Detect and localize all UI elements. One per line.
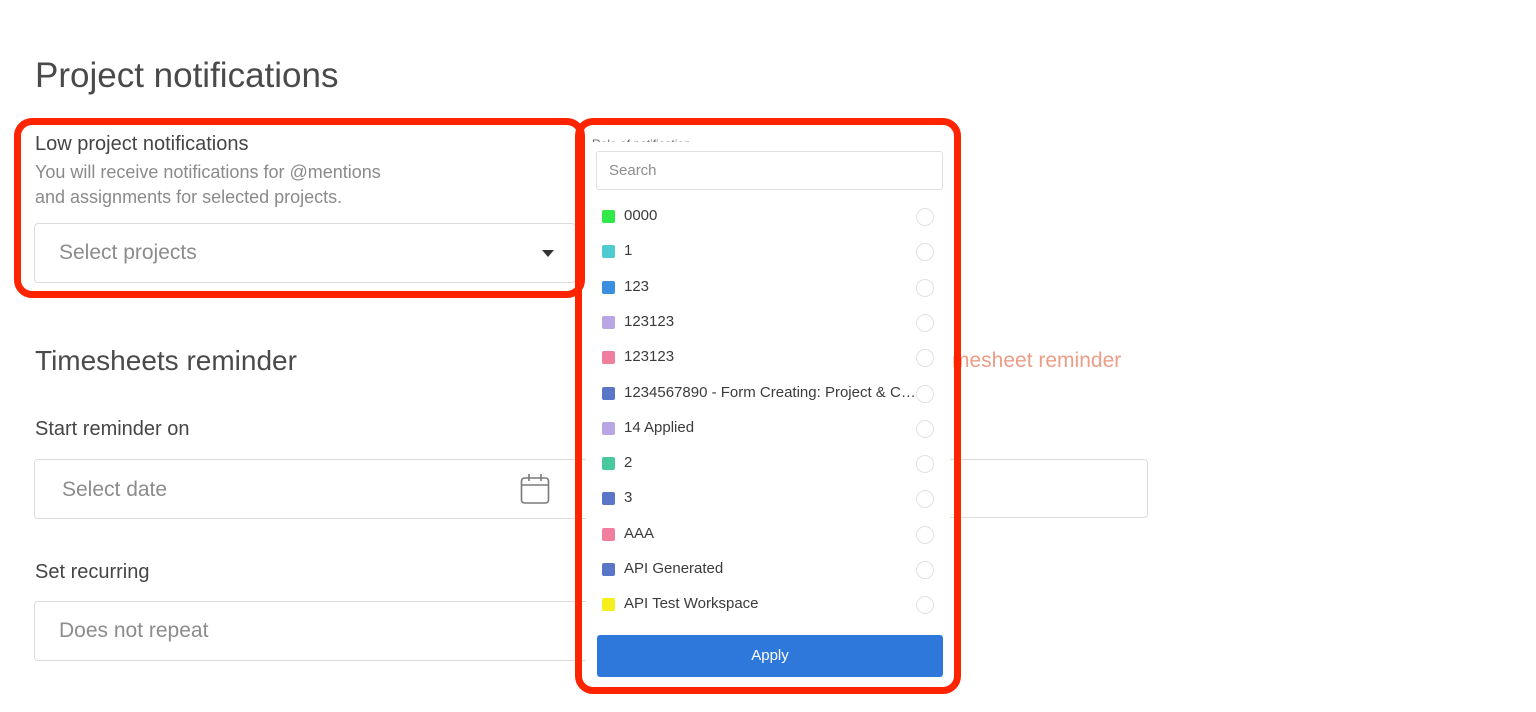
set-recurring-label: Set recurring — [35, 561, 150, 583]
project-color-swatch — [602, 386, 615, 400]
project-option[interactable]: 123123 — [586, 339, 950, 374]
project-option[interactable]: 14 Applied — [586, 410, 950, 445]
caret-down-icon — [542, 250, 554, 257]
project-name: 123123 — [624, 348, 675, 366]
project-option[interactable]: 1 — [586, 233, 950, 268]
search-placeholder: Search — [609, 162, 657, 179]
project-radio[interactable] — [916, 349, 934, 368]
project-radio[interactable] — [916, 419, 934, 438]
project-radio[interactable] — [916, 384, 934, 403]
project-color-swatch — [602, 421, 615, 435]
project-radio[interactable] — [916, 243, 934, 262]
obscured-label: Role of notification — [592, 132, 742, 142]
project-color-swatch — [602, 245, 615, 259]
project-name: 123123 — [624, 312, 675, 330]
project-radio[interactable] — [916, 490, 934, 509]
low-project-notifications-label: Low project notifications — [35, 133, 249, 155]
select-projects-dropdown[interactable]: Select projects — [34, 223, 576, 283]
timesheets-reminder-title: Timesheets reminder — [35, 345, 297, 376]
project-radio[interactable] — [916, 561, 934, 579]
project-color-swatch — [602, 598, 615, 612]
recurring-value: Does not repeat — [59, 619, 209, 642]
project-color-swatch — [602, 457, 615, 471]
project-name: API Test Workspace — [624, 595, 759, 613]
calendar-icon[interactable] — [520, 473, 550, 505]
start-date-input[interactable]: Select date — [34, 459, 594, 519]
project-color-swatch — [602, 280, 615, 294]
project-option[interactable]: 123 — [586, 269, 950, 304]
project-radio[interactable] — [916, 455, 934, 474]
project-name: 1 — [624, 242, 633, 260]
project-name: 14 Applied — [624, 418, 695, 436]
project-color-swatch — [602, 351, 615, 365]
project-color-swatch — [602, 492, 615, 506]
description-line-2: and assignments for selected projects. — [35, 187, 343, 207]
project-option[interactable]: 3 — [586, 480, 950, 515]
project-option[interactable]: 0000 — [586, 198, 950, 233]
project-name: API Generated — [624, 560, 724, 577]
project-name: 1234567890 - Form Creating: Project & Cl… — [624, 383, 916, 401]
project-option[interactable]: 1234567890 - Form Creating: Project & Cl… — [586, 375, 950, 410]
project-name: 123 — [624, 277, 650, 295]
project-option[interactable]: API Generated — [586, 551, 950, 586]
project-name: 2 — [624, 454, 633, 472]
project-radio[interactable] — [916, 596, 934, 615]
start-reminder-label: Start reminder on — [35, 418, 190, 440]
timesheet-reminder-link[interactable]: mesheet reminder — [952, 348, 1121, 374]
project-name: 0000 — [624, 207, 658, 224]
project-color-swatch — [602, 563, 615, 576]
project-option[interactable]: 123123 — [586, 304, 950, 339]
project-radio[interactable] — [916, 278, 934, 297]
reminder-time-input[interactable] — [940, 459, 1148, 518]
description-line-1: You will receive notifications for @ment… — [35, 162, 381, 182]
project-color-swatch — [602, 315, 615, 329]
recurring-select[interactable]: Does not repeat — [34, 601, 594, 661]
project-option[interactable]: AAA — [586, 516, 950, 551]
project-radio[interactable] — [916, 313, 934, 332]
project-name: 3 — [624, 489, 633, 507]
project-option[interactable]: API Test Workspace — [586, 586, 950, 621]
low-project-notifications-description: You will receive notifications for @ment… — [35, 160, 455, 210]
project-color-swatch — [602, 527, 615, 541]
project-radio[interactable] — [916, 525, 934, 544]
date-placeholder: Select date — [62, 478, 168, 501]
select-projects-placeholder: Select projects — [59, 241, 197, 264]
search-input[interactable]: Search — [596, 151, 943, 190]
project-name: AAA — [624, 524, 655, 542]
projects-dropdown-panel: Role of notification Search 000011231231… — [586, 128, 950, 684]
project-color-swatch — [602, 210, 615, 223]
page-title: Project notifications — [35, 56, 339, 95]
project-option[interactable]: 2 — [586, 445, 950, 480]
project-radio[interactable] — [916, 208, 934, 226]
apply-button[interactable]: Apply — [597, 635, 943, 677]
